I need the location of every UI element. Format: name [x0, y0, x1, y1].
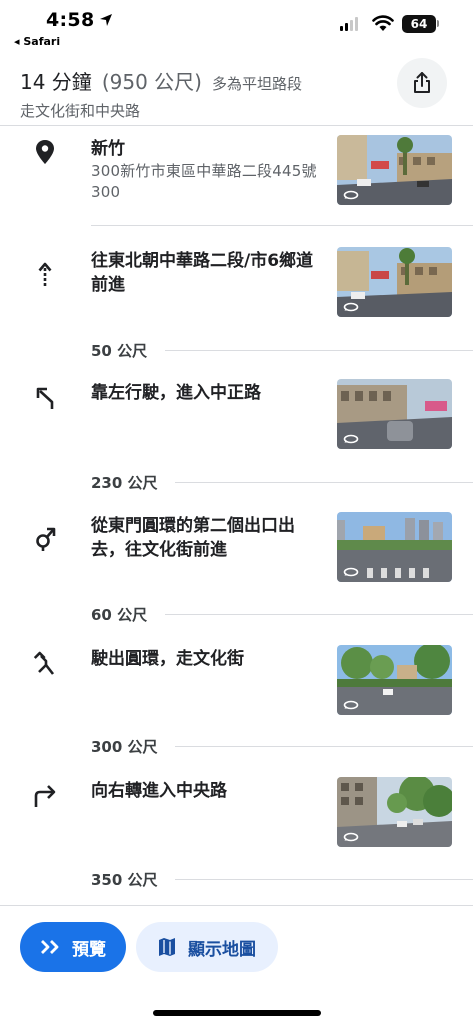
step-instruction: 駛出圓環，走文化街: [91, 649, 244, 669]
route-via: 走文化街和中央路: [20, 102, 141, 120]
cellular-signal-icon: [340, 17, 358, 31]
street-view-360-icon: [343, 700, 359, 710]
route-distance: (950 公尺): [101, 70, 202, 94]
keep-left-icon: [30, 383, 60, 413]
step-instruction: 往東北朝中華路二段/市6鄉道前進: [91, 251, 314, 295]
map-icon: [159, 938, 175, 956]
battery-tip: [437, 20, 439, 27]
distance-label: 50 公尺: [91, 342, 148, 360]
street-view-360-icon: [343, 567, 359, 577]
street-view-360-icon: [343, 302, 359, 312]
wifi-icon: [372, 15, 394, 31]
street-view-360-icon: [343, 832, 359, 842]
location-pin-icon: [30, 137, 60, 167]
distance-divider: [165, 350, 473, 351]
back-to-safari-link[interactable]: ◂ Safari: [14, 35, 60, 48]
distance-label: 60 公尺: [91, 606, 148, 624]
street-view-thumbnail[interactable]: [337, 247, 452, 317]
street-view-thumbnail[interactable]: [337, 379, 452, 449]
status-bar: 4:58 ◂ Safari 64: [0, 0, 473, 50]
step-distance: 60 公尺: [0, 604, 473, 624]
step-instruction: 靠左行駛，進入中正路: [91, 383, 261, 403]
step-distance: 230 公尺: [0, 472, 473, 492]
step-instruction: 向右轉進入中央路: [91, 781, 227, 801]
terrain-note: 多為平坦路段: [211, 75, 302, 93]
location-arrow-icon: [100, 14, 112, 26]
preview-label: 預覽: [72, 939, 106, 960]
street-view-thumbnail[interactable]: [337, 135, 452, 205]
distance-divider: [175, 879, 473, 880]
preview-button[interactable]: 預覽: [20, 922, 126, 972]
step-divider: [91, 225, 473, 226]
double-chevron-right-icon: [41, 940, 59, 954]
roundabout-icon: [30, 524, 60, 554]
show-map-button[interactable]: 顯示地圖: [136, 922, 278, 972]
turn-right-icon: [30, 781, 60, 811]
street-view-thumbnail[interactable]: [337, 777, 452, 847]
battery-indicator: 64: [402, 15, 436, 33]
distance-label: 230 公尺: [91, 474, 158, 492]
route-summary: 14 分鐘 (950 公尺) 多為平坦路段: [20, 66, 302, 95]
street-view-360-icon: [343, 190, 359, 200]
roundabout-exit-icon: [30, 649, 60, 679]
route-duration: 14 分鐘: [20, 70, 92, 94]
share-button[interactable]: [397, 58, 447, 108]
step-title: 新竹: [91, 139, 125, 159]
clock: 4:58: [46, 9, 95, 31]
street-view-thumbnail[interactable]: [337, 645, 452, 715]
share-icon: [414, 72, 430, 93]
straight-arrow-icon: [30, 259, 60, 289]
distance-divider: [175, 482, 473, 483]
step-address: 300新竹市東區中華路二段445號300: [91, 162, 317, 201]
distance-divider: [175, 746, 473, 747]
distance-label: 300 公尺: [91, 738, 158, 756]
step-distance: 50 公尺: [0, 340, 473, 360]
street-view-thumbnail[interactable]: [337, 512, 452, 582]
bottom-action-bar: 預覽 顯示地圖: [0, 905, 473, 1024]
step-distance: 350 公尺: [0, 869, 473, 889]
step-distance: 300 公尺: [0, 736, 473, 756]
distance-divider: [165, 614, 473, 615]
route-summary-header: 14 分鐘 (950 公尺) 多為平坦路段 走文化街和中央路: [0, 50, 473, 126]
street-view-360-icon: [343, 434, 359, 444]
home-indicator: [153, 1010, 321, 1016]
distance-label: 350 公尺: [91, 871, 158, 889]
step-instruction: 從東門圓環的第二個出口出去，往文化街前進: [91, 516, 295, 560]
show-map-label: 顯示地圖: [188, 939, 256, 960]
